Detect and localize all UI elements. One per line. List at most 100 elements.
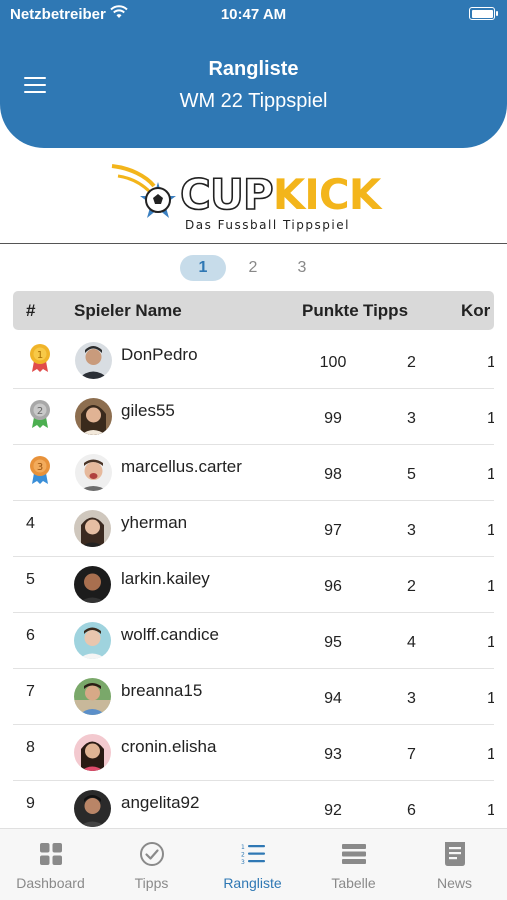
cupkick-logo: CUPKICK Das Fussball Tippspiel xyxy=(110,162,381,237)
rank-number: 5 xyxy=(26,571,35,588)
col-points: Punkte xyxy=(302,301,359,320)
player-name[interactable]: yherman xyxy=(121,513,187,533)
table-row[interactable]: 5 larkin.kailey 96 2 1 xyxy=(13,557,494,613)
kor-value: 1 xyxy=(487,466,494,483)
player-name[interactable]: angelita92 xyxy=(121,793,199,813)
points-value: 94 xyxy=(324,690,342,707)
app-header: Netzbetreiber 10:47 AM Rangliste WM 22 T… xyxy=(0,0,507,148)
tips-value: 7 xyxy=(407,746,416,763)
player-name[interactable]: cronin.elisha xyxy=(121,737,216,757)
avatar xyxy=(75,342,112,379)
divider xyxy=(0,243,507,244)
table-row[interactable]: 8 cronin.elisha 93 7 1 xyxy=(13,725,494,781)
tab-label: News xyxy=(436,875,472,891)
grid-icon xyxy=(40,843,62,865)
logo-word-cup: CUP xyxy=(179,169,274,220)
table-row[interactable]: 6 wolff.candice 95 4 1 xyxy=(13,613,494,669)
battery-icon xyxy=(469,7,498,20)
tab-tabelle[interactable]: Tabelle xyxy=(303,829,404,900)
player-name[interactable]: wolff.candice xyxy=(121,625,219,645)
svg-text:1: 1 xyxy=(241,844,245,851)
col-tips: Tipps xyxy=(363,301,409,320)
kor-value: 1 xyxy=(487,522,494,539)
svg-text:2: 2 xyxy=(241,852,245,859)
rank-number: 8 xyxy=(26,739,35,756)
points-value: 100 xyxy=(319,354,347,371)
kor-value: 1 xyxy=(487,354,494,371)
table-row[interactable]: 9 angelita92 92 6 1 xyxy=(13,781,494,827)
clock: 10:47 AM xyxy=(220,6,287,23)
logo-wordmark: CUPKICK xyxy=(179,169,382,220)
table-row[interactable]: 4 yherman 97 3 1 xyxy=(13,501,494,557)
page-title: Rangliste xyxy=(208,58,299,80)
svg-text:1: 1 xyxy=(37,350,43,361)
svg-text:3: 3 xyxy=(241,859,245,866)
points-value: 98 xyxy=(324,466,342,483)
tips-value: 2 xyxy=(407,354,416,371)
avatar xyxy=(74,790,111,827)
bottom-tab-bar: Dashboard Tipps 123 Rangliste Tabelle Ne… xyxy=(0,828,507,900)
table-row[interactable]: 1 DonPedro 100 2 1 xyxy=(13,333,494,389)
tips-value: 4 xyxy=(407,634,416,651)
col-player-name: Spieler Name xyxy=(74,301,182,320)
avatar xyxy=(74,510,111,547)
tab-label: Dashboard xyxy=(16,875,85,891)
bronze-medal-icon: 3 xyxy=(30,456,50,484)
kor-value: 1 xyxy=(487,410,494,427)
avatar xyxy=(74,678,111,715)
silver-medal-icon: 2 xyxy=(30,400,50,428)
ranking-table: 1 DonPedro 100 2 1 2 giles55 99 3 1 3 ma… xyxy=(13,333,494,827)
points-value: 96 xyxy=(324,578,342,595)
points-value: 99 xyxy=(324,410,342,427)
tab-label: Rangliste xyxy=(223,875,282,891)
tab-label: Tipps xyxy=(134,875,169,891)
player-name[interactable]: breanna15 xyxy=(121,681,202,701)
points-value: 97 xyxy=(324,522,342,539)
avatar xyxy=(74,566,111,603)
table-row[interactable]: 7 breanna15 94 3 1 xyxy=(13,669,494,725)
tips-value: 3 xyxy=(407,690,416,707)
pagination: 1 2 3 xyxy=(180,255,330,281)
player-name[interactable]: larkin.kailey xyxy=(121,569,210,589)
logo-word-kick: KICK xyxy=(272,170,382,219)
player-name[interactable]: DonPedro xyxy=(121,345,198,365)
tips-value: 5 xyxy=(407,466,416,483)
ball-icon xyxy=(111,164,176,218)
svg-text:3: 3 xyxy=(37,462,43,473)
tab-dashboard[interactable]: Dashboard xyxy=(0,829,101,900)
points-value: 93 xyxy=(324,746,342,763)
svg-text:2: 2 xyxy=(37,406,43,417)
table-header: # Spieler Name Punkte Tipps Kor xyxy=(13,291,494,330)
col-kor: Kor xyxy=(461,301,491,320)
points-value: 95 xyxy=(324,634,342,651)
table-row[interactable]: 2 giles55 99 3 1 xyxy=(13,389,494,445)
avatar xyxy=(75,398,112,435)
logo-tagline: Das Fussball Tippspiel xyxy=(185,218,350,232)
page-3-button[interactable]: 3 xyxy=(279,255,325,281)
player-name[interactable]: giles55 xyxy=(121,401,175,421)
player-name[interactable]: marcellus.carter xyxy=(121,457,242,477)
page-1-button[interactable]: 1 xyxy=(180,255,226,281)
points-value: 92 xyxy=(324,802,342,819)
page-2-button[interactable]: 2 xyxy=(230,255,276,281)
avatar xyxy=(74,622,111,659)
rank-number: 9 xyxy=(26,795,35,812)
table-icon xyxy=(342,844,366,864)
table-row[interactable]: 3 marcellus.carter 98 5 1 xyxy=(13,445,494,501)
rank-number: 6 xyxy=(26,627,35,644)
page-subtitle: WM 22 Tippspiel xyxy=(179,90,328,112)
kor-value: 1 xyxy=(487,690,494,707)
tab-news[interactable]: News xyxy=(404,829,505,900)
tab-rangliste[interactable]: 123 Rangliste xyxy=(202,829,303,900)
kor-value: 1 xyxy=(487,802,494,819)
tips-value: 6 xyxy=(407,802,416,819)
rank-number: 7 xyxy=(26,683,35,700)
tab-tipps[interactable]: Tipps xyxy=(101,829,202,900)
tips-value: 3 xyxy=(407,410,416,427)
tips-value: 3 xyxy=(407,522,416,539)
kor-value: 1 xyxy=(487,634,494,651)
kor-value: 1 xyxy=(487,746,494,763)
avatar xyxy=(75,454,112,491)
check-circle-icon xyxy=(140,842,164,866)
status-bar: Netzbetreiber 10:47 AM xyxy=(0,0,507,30)
